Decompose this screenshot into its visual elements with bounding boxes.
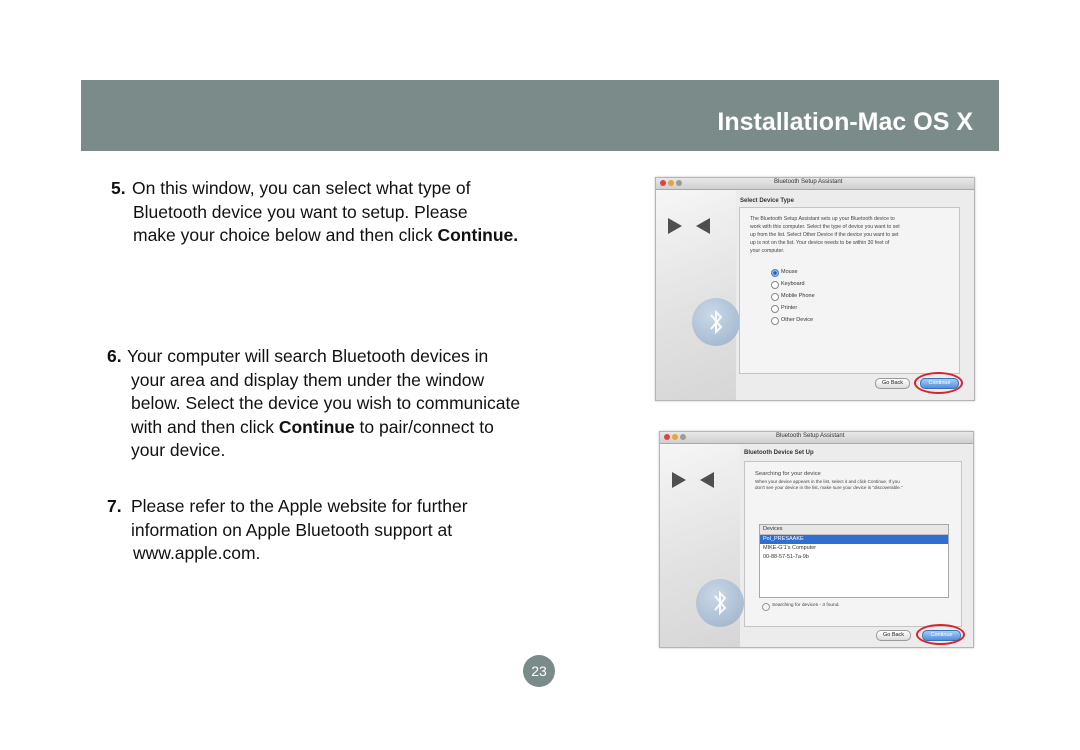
device-list[interactable]: Devices Pol_PRESAAKE MIKE-G'1's Computer… <box>759 524 949 598</box>
bowtie-left-icon <box>672 472 686 488</box>
step-line: your device. <box>131 440 226 460</box>
step-7: 7. Please refer to the Apple website for… <box>107 495 468 566</box>
go-back-button[interactable]: Go Back <box>876 630 911 641</box>
device-row[interactable]: Pol_PRESAAKE <box>760 535 948 544</box>
section-header: Installation-Mac OS X <box>81 80 999 151</box>
step-line: Please refer to the Apple website for fu… <box>131 496 468 516</box>
radio-label: Other Device <box>781 317 814 323</box>
radio-mobile-phone[interactable] <box>771 293 779 301</box>
progress-spinner-icon <box>762 603 770 611</box>
step-line: www.apple.com. <box>133 543 261 563</box>
go-back-button[interactable]: Go Back <box>875 378 910 389</box>
content-pane: Searching for your device When your devi… <box>744 461 962 627</box>
bowtie-right-icon <box>700 472 714 488</box>
device-row[interactable]: 00-88-57-51-7a-9b <box>760 553 948 562</box>
bluetooth-setup-window-searching: Bluetooth Setup Assistant Bluetooth Devi… <box>659 431 974 648</box>
highlight-ring <box>916 624 965 645</box>
close-icon[interactable] <box>664 434 670 440</box>
step-5: 5. On this window, you can select what t… <box>111 177 518 248</box>
bluetooth-setup-window-select-type: Bluetooth Setup Assistant Select Device … <box>655 177 975 401</box>
page-number: 23 <box>523 655 555 687</box>
radio-printer[interactable] <box>771 305 779 313</box>
radio-label: Mobile Phone <box>781 293 815 299</box>
device-row[interactable]: MIKE-G'1's Computer <box>760 544 948 553</box>
step-line: Your computer will search Bluetooth devi… <box>127 346 489 366</box>
bluetooth-assistant-art <box>656 190 740 400</box>
window-title: Bluetooth Setup Assistant <box>774 179 843 185</box>
step-number: 6. <box>107 346 122 366</box>
bluetooth-icon <box>692 298 740 346</box>
step-number: 7. <box>107 496 122 516</box>
content-pane: The Bluetooth Setup Assistant sets up yo… <box>739 207 960 374</box>
step-line: your area and display them under the win… <box>131 369 485 390</box>
step-line: information on Apple Bluetooth support a… <box>131 519 453 540</box>
step-line: On this window, you can select what type… <box>132 178 471 198</box>
step-bold: Continue. <box>437 225 519 245</box>
step-line: with and then click <box>131 416 279 437</box>
highlight-ring <box>914 372 963 394</box>
bluetooth-icon <box>696 579 744 627</box>
window-titlebar: Bluetooth Setup Assistant <box>656 178 974 190</box>
radio-label: Keyboard <box>781 281 805 287</box>
minimize-icon[interactable] <box>672 434 678 440</box>
bluetooth-assistant-art <box>660 444 744 647</box>
close-icon[interactable] <box>660 180 666 186</box>
step-line: Bluetooth device you want to setup. Plea… <box>133 201 468 222</box>
section-title: Installation-Mac OS X <box>717 108 973 136</box>
body-line: don't see your device in the list, make … <box>755 485 903 490</box>
step-number: 5. <box>111 178 126 198</box>
search-status: Searching for devices - 3 found. <box>772 603 840 608</box>
zoom-icon[interactable] <box>676 180 682 186</box>
step-line: make your choice below and then click <box>133 225 438 245</box>
step-line-tail: to pair/connect to <box>354 416 494 437</box>
step-bold: Continue <box>278 416 355 437</box>
pane-heading: Select Device Type <box>740 198 794 204</box>
radio-keyboard[interactable] <box>771 281 779 289</box>
zoom-icon[interactable] <box>680 434 686 440</box>
body-line: your computer. <box>750 248 785 254</box>
pane-heading: Bluetooth Device Set Up <box>744 450 814 456</box>
list-header: Devices <box>760 525 948 535</box>
window-title: Bluetooth Setup Assistant <box>776 433 845 439</box>
step-6: 6. Your computer will search Bluetooth d… <box>107 345 520 463</box>
radio-other-device[interactable] <box>771 317 779 325</box>
bowtie-right-icon <box>696 218 710 234</box>
radio-label: Printer <box>781 305 798 311</box>
minimize-icon[interactable] <box>668 180 674 186</box>
subheading: Searching for your device <box>755 471 821 477</box>
radio-label: Mouse <box>781 269 798 275</box>
step-line: below. Select the device you wish to com… <box>131 393 521 413</box>
bowtie-left-icon <box>668 218 682 234</box>
window-titlebar: Bluetooth Setup Assistant <box>660 432 973 444</box>
radio-mouse[interactable] <box>771 269 779 277</box>
